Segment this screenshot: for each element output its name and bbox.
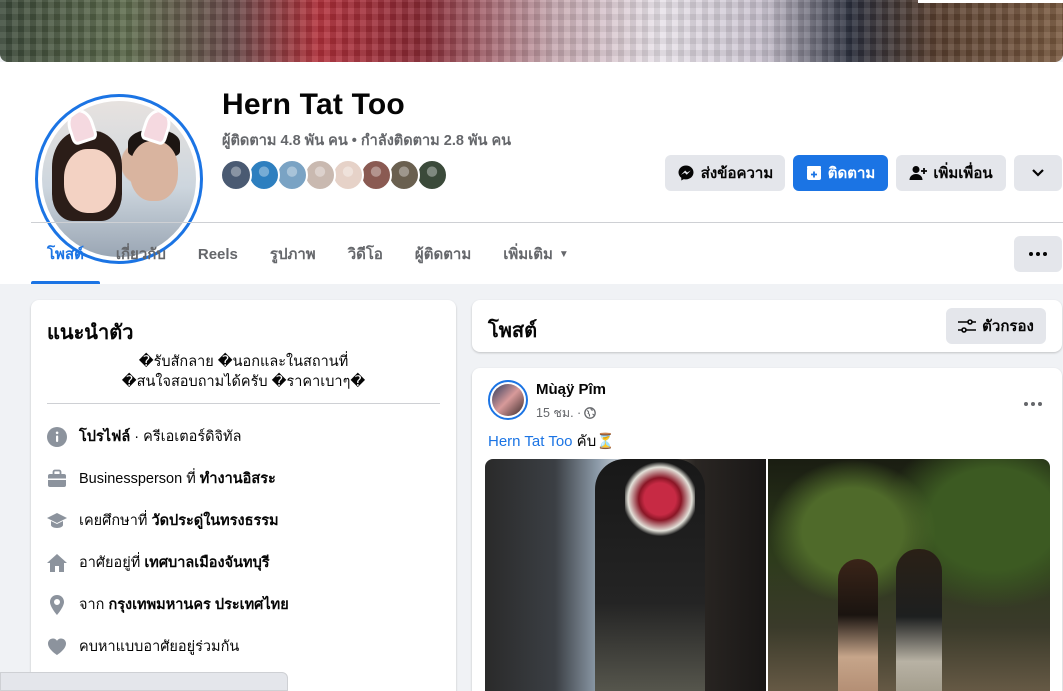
intro-card: แนะนำตัว �รับสักลาย �นอกและในสถานที่ �สน… xyxy=(31,300,456,691)
posts-header-card: โพสต์ ตัวกรอง xyxy=(472,300,1062,352)
intro-divider xyxy=(47,403,440,404)
filter-icon xyxy=(958,319,977,333)
add-friend-icon xyxy=(909,166,928,180)
post-options-button[interactable] xyxy=(1024,390,1042,411)
intro-row-relationship: คบหาแบบอาศัยอยู่ร่วมกัน xyxy=(47,635,239,658)
post-author-avatar[interactable] xyxy=(488,380,528,420)
intro-title: แนะนำตัว xyxy=(47,322,134,344)
profile-tabs: โพสต์ เกี่ยวกับ Reels รูปภาพ วิดีโอ ผู้ต… xyxy=(31,224,585,284)
friend-avatar[interactable] xyxy=(220,159,252,191)
cover-photo[interactable] xyxy=(0,0,1063,62)
message-button[interactable]: ส่งข้อความ xyxy=(665,155,785,191)
follow-button[interactable]: ติดตาม xyxy=(793,155,888,191)
more-actions-button[interactable] xyxy=(1014,155,1062,191)
tab-reels[interactable]: Reels xyxy=(182,224,254,284)
intro-bio: �รับสักลาย �นอกและในสถานที่ �สนใจสอบถามไ… xyxy=(121,354,366,390)
intro-row-from: จาก กรุงเทพมหานคร ประเทศไทย xyxy=(47,593,289,616)
caret-down-icon: ▼ xyxy=(558,248,569,260)
globe-icon xyxy=(584,407,597,419)
intro-row-education: เคยศึกษาที่ วัดประดู่ในทรงธรรม xyxy=(47,509,279,532)
heart-icon xyxy=(47,637,67,657)
friend-avatar[interactable] xyxy=(388,159,420,191)
post-tagged-user[interactable]: Hern Tat Too xyxy=(488,433,573,450)
friend-avatar[interactable] xyxy=(332,159,364,191)
intro-row-lives-in: อาศัยอยู่ที่ เทศบาลเมืองจันทบุรี xyxy=(47,551,270,574)
tabs-more-button[interactable] xyxy=(1014,236,1062,272)
tab-followers[interactable]: ผู้ติดตาม xyxy=(399,224,487,284)
friend-avatar[interactable] xyxy=(360,159,392,191)
profile-name: Hern Tat Too xyxy=(222,88,405,121)
friend-avatar[interactable] xyxy=(248,159,280,191)
briefcase-icon xyxy=(47,469,67,489)
tab-videos[interactable]: วิดีโอ xyxy=(332,224,399,284)
ellipsis-icon xyxy=(1029,252,1047,256)
post-text: Hern Tat Too คับ⏳ xyxy=(488,433,615,450)
tab-more[interactable]: เพิ่มเติม ▼ xyxy=(487,224,585,284)
post-photo-2[interactable] xyxy=(768,459,1050,691)
location-pin-icon xyxy=(47,594,67,615)
post-timestamp[interactable]: 15 ชม. · xyxy=(536,403,597,423)
messenger-icon xyxy=(678,165,694,181)
posts-title: โพสต์ xyxy=(488,320,538,342)
profile-stats[interactable]: ผู้ติดตาม 4.8 พัน คน • กำลังติดตาม 2.8 พ… xyxy=(222,129,511,152)
post-photo-1[interactable] xyxy=(485,459,766,691)
friend-avatars[interactable] xyxy=(220,159,448,191)
graduation-cap-icon xyxy=(47,511,67,531)
filter-button-label: ตัวกรอง xyxy=(982,318,1034,335)
info-icon xyxy=(47,426,67,447)
add-friend-button[interactable]: เพิ่มเพื่อน xyxy=(896,155,1006,191)
header-divider xyxy=(31,222,1063,223)
friend-avatar[interactable] xyxy=(276,159,308,191)
post-author-name[interactable]: Mùąÿ Pîm xyxy=(536,381,606,398)
filter-button[interactable]: ตัวกรอง xyxy=(946,308,1046,344)
intro-row-profile: โปรไฟล์ · ครีเอเตอร์ดิจิทัล xyxy=(47,425,242,448)
follow-icon xyxy=(806,166,821,180)
message-button-label: ส่งข้อความ xyxy=(700,165,774,182)
chevron-down-icon xyxy=(1032,169,1044,177)
follow-button-label: ติดตาม xyxy=(827,165,876,182)
add-friend-button-label: เพิ่มเพื่อน xyxy=(933,165,993,182)
chat-minimized-bar[interactable] xyxy=(0,672,288,691)
home-icon xyxy=(47,553,67,573)
intro-row-work: Businessperson ที่ ทำงานอิสระ xyxy=(47,467,276,490)
ellipsis-icon xyxy=(1024,402,1042,406)
post-card: Mùąÿ Pîm 15 ชม. · Hern Tat Too คับ⏳ xyxy=(472,368,1062,691)
tab-photos[interactable]: รูปภาพ xyxy=(254,224,332,284)
friend-avatar[interactable] xyxy=(416,159,448,191)
tab-posts[interactable]: โพสต์ xyxy=(31,224,100,284)
friend-avatar[interactable] xyxy=(304,159,336,191)
tab-about[interactable]: เกี่ยวกับ xyxy=(100,224,182,284)
